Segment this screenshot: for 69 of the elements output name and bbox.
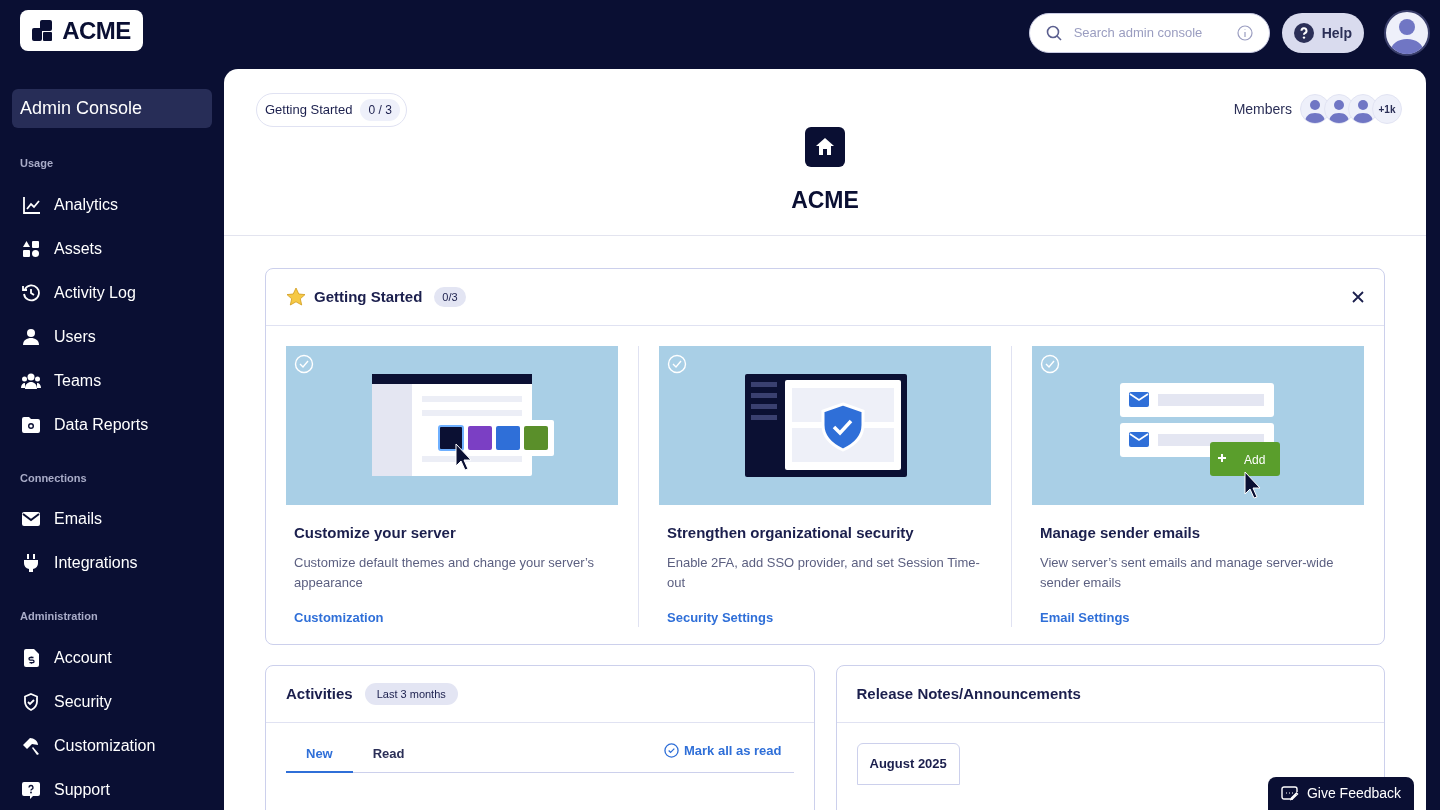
mark-all-read-link[interactable]: Mark all as read	[663, 740, 782, 761]
info-icon	[1236, 25, 1253, 41]
close-icon[interactable]	[1352, 291, 1364, 303]
check-circle-icon[interactable]	[1040, 354, 1060, 374]
sidebar-item[interactable]: Users	[12, 314, 212, 359]
sidebar-item[interactable]: Assets	[12, 226, 212, 271]
card-description: Customize default themes and change your server’s appearance	[294, 553, 596, 592]
check-circle-icon	[663, 743, 679, 758]
panel-title: Activities	[286, 683, 353, 704]
home-icon	[805, 127, 845, 167]
card-description: View server’s sent emails and manage server-wide sender emails	[1040, 553, 1335, 592]
logo[interactable]: ACME	[20, 10, 143, 51]
sidebar-title[interactable]: Admin Console	[12, 89, 212, 128]
members-more-count[interactable]: +1k	[1372, 94, 1402, 124]
plug-icon	[24, 554, 38, 572]
progress-count: 0 / 3	[360, 99, 400, 121]
sidebar-item[interactable]: Account	[12, 635, 212, 680]
activities-tab[interactable]: New	[286, 737, 353, 773]
card-title: Customize your server	[294, 523, 457, 543]
sidebar-item[interactable]: Emails	[12, 497, 212, 541]
give-feedback-button[interactable]: Give Feedback	[1268, 777, 1414, 810]
check-circle-icon[interactable]	[667, 354, 687, 374]
check-circle-icon[interactable]	[294, 354, 314, 374]
organization-name: ACME	[791, 186, 859, 215]
history-icon	[22, 283, 40, 302]
star-icon	[286, 287, 306, 307]
settings-link[interactable]: Security Settings	[667, 607, 983, 627]
search-bar[interactable]: Search admin console	[1028, 13, 1270, 53]
card-title: Strengthen organizational security	[667, 523, 915, 543]
feedback-icon	[1280, 785, 1299, 802]
folder-search-icon	[22, 416, 40, 433]
help-icon	[1293, 23, 1314, 43]
invoice-icon	[23, 648, 39, 667]
search-field[interactable]: Search admin console	[1073, 23, 1225, 43]
shield-icon	[23, 692, 39, 711]
panel-title: Release Notes/Announcements	[856, 683, 1081, 704]
sidebar-section-heading: Usage	[19, 156, 55, 171]
card-description: Enable 2FA, add SSO provider, and set Session Time-out	[667, 553, 981, 592]
brush-icon	[22, 736, 40, 755]
user-silhouette-icon	[1390, 16, 1424, 54]
sidebar-item[interactable]: Support	[12, 767, 212, 810]
search-icon	[1045, 25, 1062, 41]
shapes-icon	[23, 240, 39, 257]
help-button[interactable]: Help	[1281, 13, 1364, 53]
sidebar-item[interactable]: Analytics	[12, 182, 212, 227]
progress-count: 0/3	[434, 286, 466, 308]
sidebar-item[interactable]: Integrations	[12, 541, 212, 585]
sidebar-item[interactable]: Customization	[12, 723, 212, 768]
avatar[interactable]	[1384, 10, 1430, 56]
panel-title: Getting Started	[314, 286, 423, 307]
sidebar-item[interactable]: Activity Log	[12, 270, 212, 315]
group-icon	[21, 372, 41, 389]
user-icon	[22, 328, 40, 345]
members-label: Members	[1233, 99, 1292, 119]
settings-link[interactable]: Customization	[294, 607, 610, 627]
activities-tab[interactable]: Read	[352, 737, 425, 773]
settings-link[interactable]: Email Settings	[1040, 607, 1356, 627]
sidebar-section-heading: Administration	[19, 609, 99, 624]
line-chart-icon	[22, 195, 40, 214]
add-button-label: Add	[1244, 452, 1266, 469]
question-chat-icon	[22, 780, 40, 799]
envelope-icon	[22, 512, 40, 526]
card-title: Manage sender emails	[1040, 523, 1202, 543]
sidebar-section-heading: Connections	[19, 470, 88, 486]
sidebar-item[interactable]: Teams	[12, 358, 212, 403]
date-range-badge[interactable]: Last 3 months	[364, 682, 458, 706]
sidebar-item[interactable]: Data Reports	[12, 402, 212, 447]
month-tab[interactable]: August 2025	[856, 743, 960, 785]
sidebar-item[interactable]: Security	[12, 679, 212, 724]
